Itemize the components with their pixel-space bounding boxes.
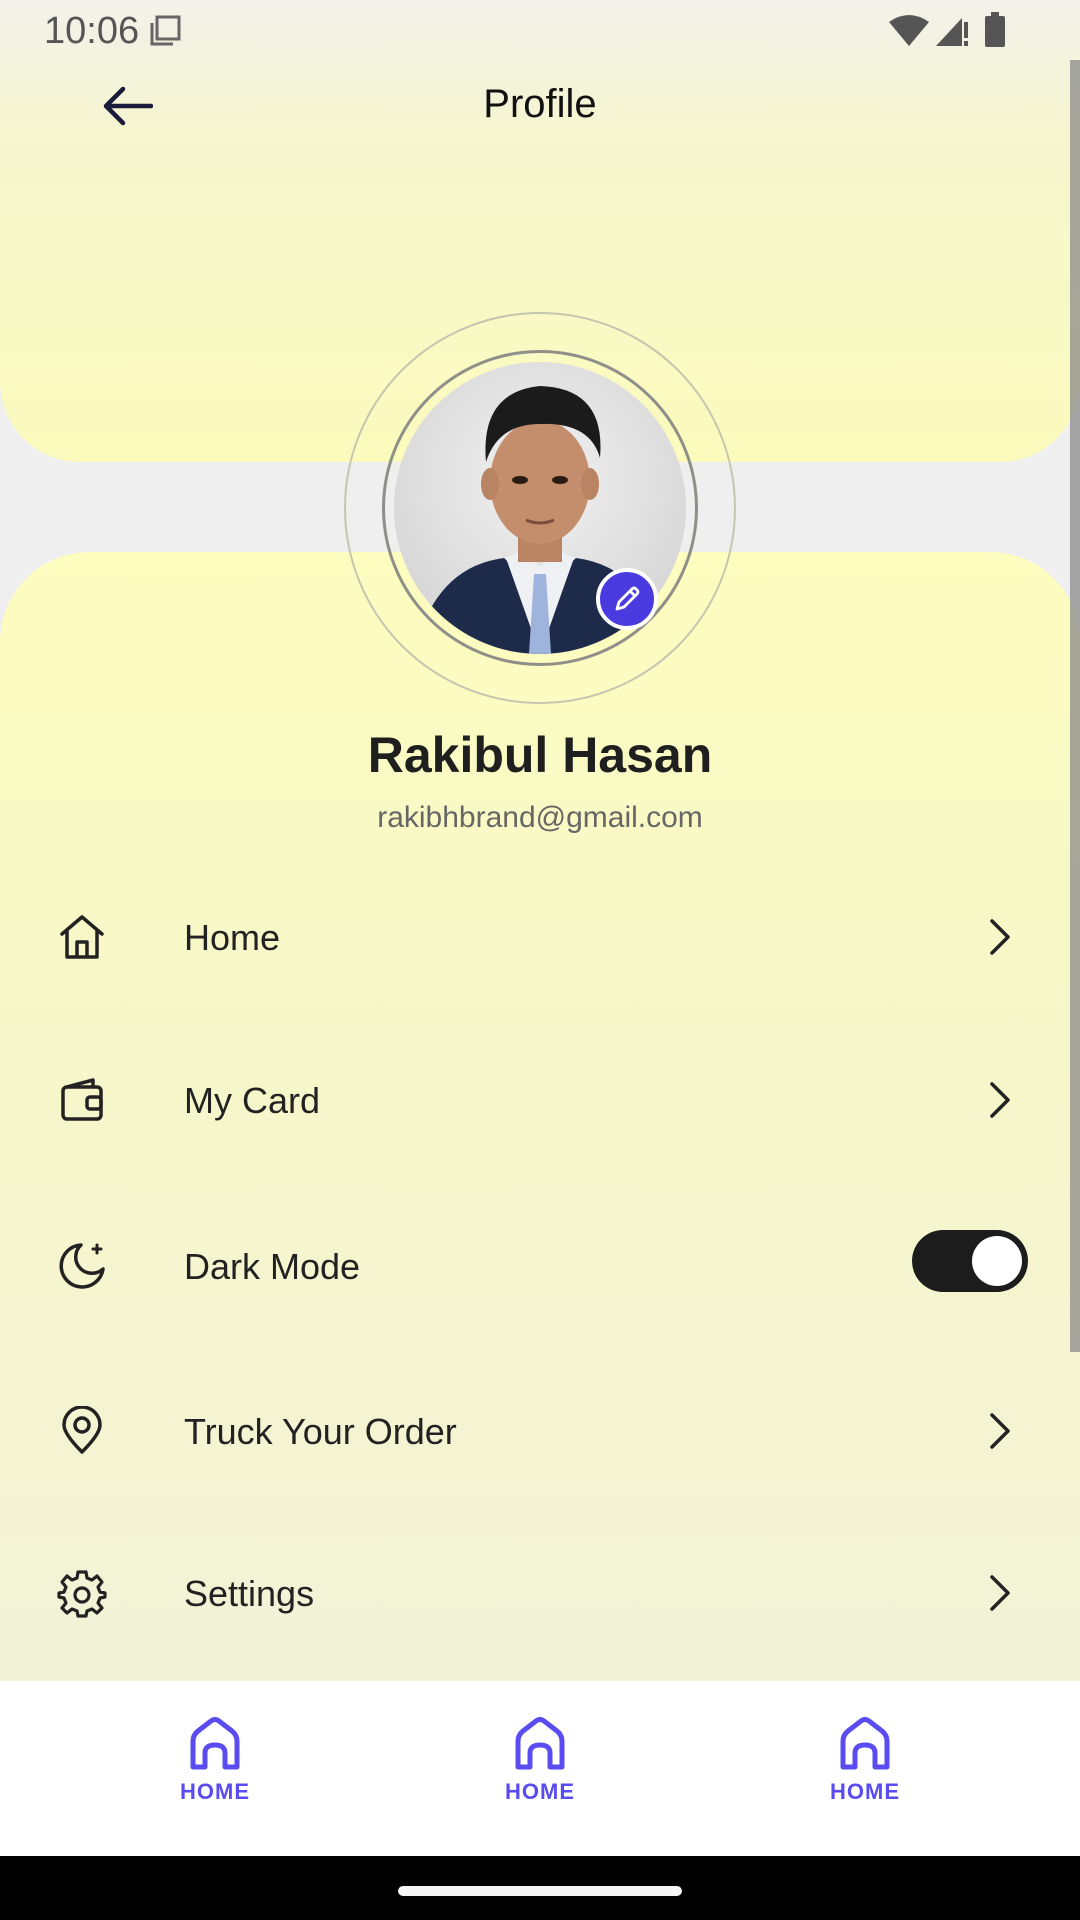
- nav-item-label: HOME: [830, 1779, 900, 1804]
- nav-item-label: HOME: [505, 1779, 575, 1804]
- dark-mode-toggle[interactable]: [912, 1230, 1028, 1292]
- menu-item-label: Home: [184, 917, 281, 958]
- home-icon: [54, 909, 110, 965]
- edit-avatar-button[interactable]: [596, 568, 658, 630]
- wifi-icon: [888, 14, 930, 53]
- home-icon: [515, 1717, 565, 1770]
- menu-item-label: My Card: [184, 1080, 321, 1121]
- wallet-icon: [54, 1072, 110, 1128]
- menu-item-label: Truck Your Order: [184, 1411, 457, 1452]
- page-title: Profile: [483, 82, 597, 126]
- status-time: 10:06: [44, 10, 140, 52]
- menu-item-my-card[interactable]: My Card: [0, 1040, 1080, 1160]
- menu-item-label: Dark Mode: [184, 1246, 361, 1287]
- screenshot-notification-icon: [148, 14, 182, 53]
- user-email: rakibhbrand@gmail.com: [377, 801, 703, 834]
- nav-item-home-3[interactable]: HOME: [790, 1717, 940, 1827]
- profile-screen: 10:06 Profile Rakibul Hasan rakibhbrand@…: [0, 0, 1080, 1920]
- menu-item-settings[interactable]: Settings: [0, 1533, 1080, 1653]
- home-icon: [190, 1717, 240, 1770]
- chevron-right-icon: [980, 1571, 1020, 1615]
- system-navigation-bar: [0, 1856, 1080, 1920]
- menu-item-dark-mode: Dark Mode: [0, 1206, 1080, 1326]
- nav-item-home-1[interactable]: HOME: [140, 1717, 290, 1827]
- battery-icon: [984, 12, 1006, 53]
- gear-icon: [54, 1565, 110, 1621]
- nav-item-label: HOME: [180, 1779, 250, 1804]
- toggle-knob: [972, 1236, 1022, 1286]
- moon-icon: [54, 1238, 110, 1294]
- chevron-right-icon: [980, 915, 1020, 959]
- status-bar: 10:06: [0, 0, 1080, 60]
- menu-item-home[interactable]: Home: [0, 877, 1080, 997]
- menu-item-label: Settings: [184, 1573, 315, 1614]
- chevron-right-icon: [980, 1409, 1020, 1453]
- chevron-right-icon: [980, 1078, 1020, 1122]
- pencil-icon: [615, 586, 640, 611]
- cell-signal-icon: [934, 14, 970, 53]
- nav-item-home-2[interactable]: HOME: [465, 1717, 615, 1827]
- home-gesture-handle[interactable]: [398, 1886, 682, 1896]
- home-icon: [840, 1717, 890, 1770]
- location-pin-icon: [54, 1403, 110, 1459]
- menu-item-track-order[interactable]: Truck Your Order: [0, 1371, 1080, 1491]
- user-name: Rakibul Hasan: [367, 727, 713, 783]
- bottom-navigation: HOME HOME HOME: [0, 1681, 1080, 1856]
- scrollbar[interactable]: [1070, 60, 1080, 1352]
